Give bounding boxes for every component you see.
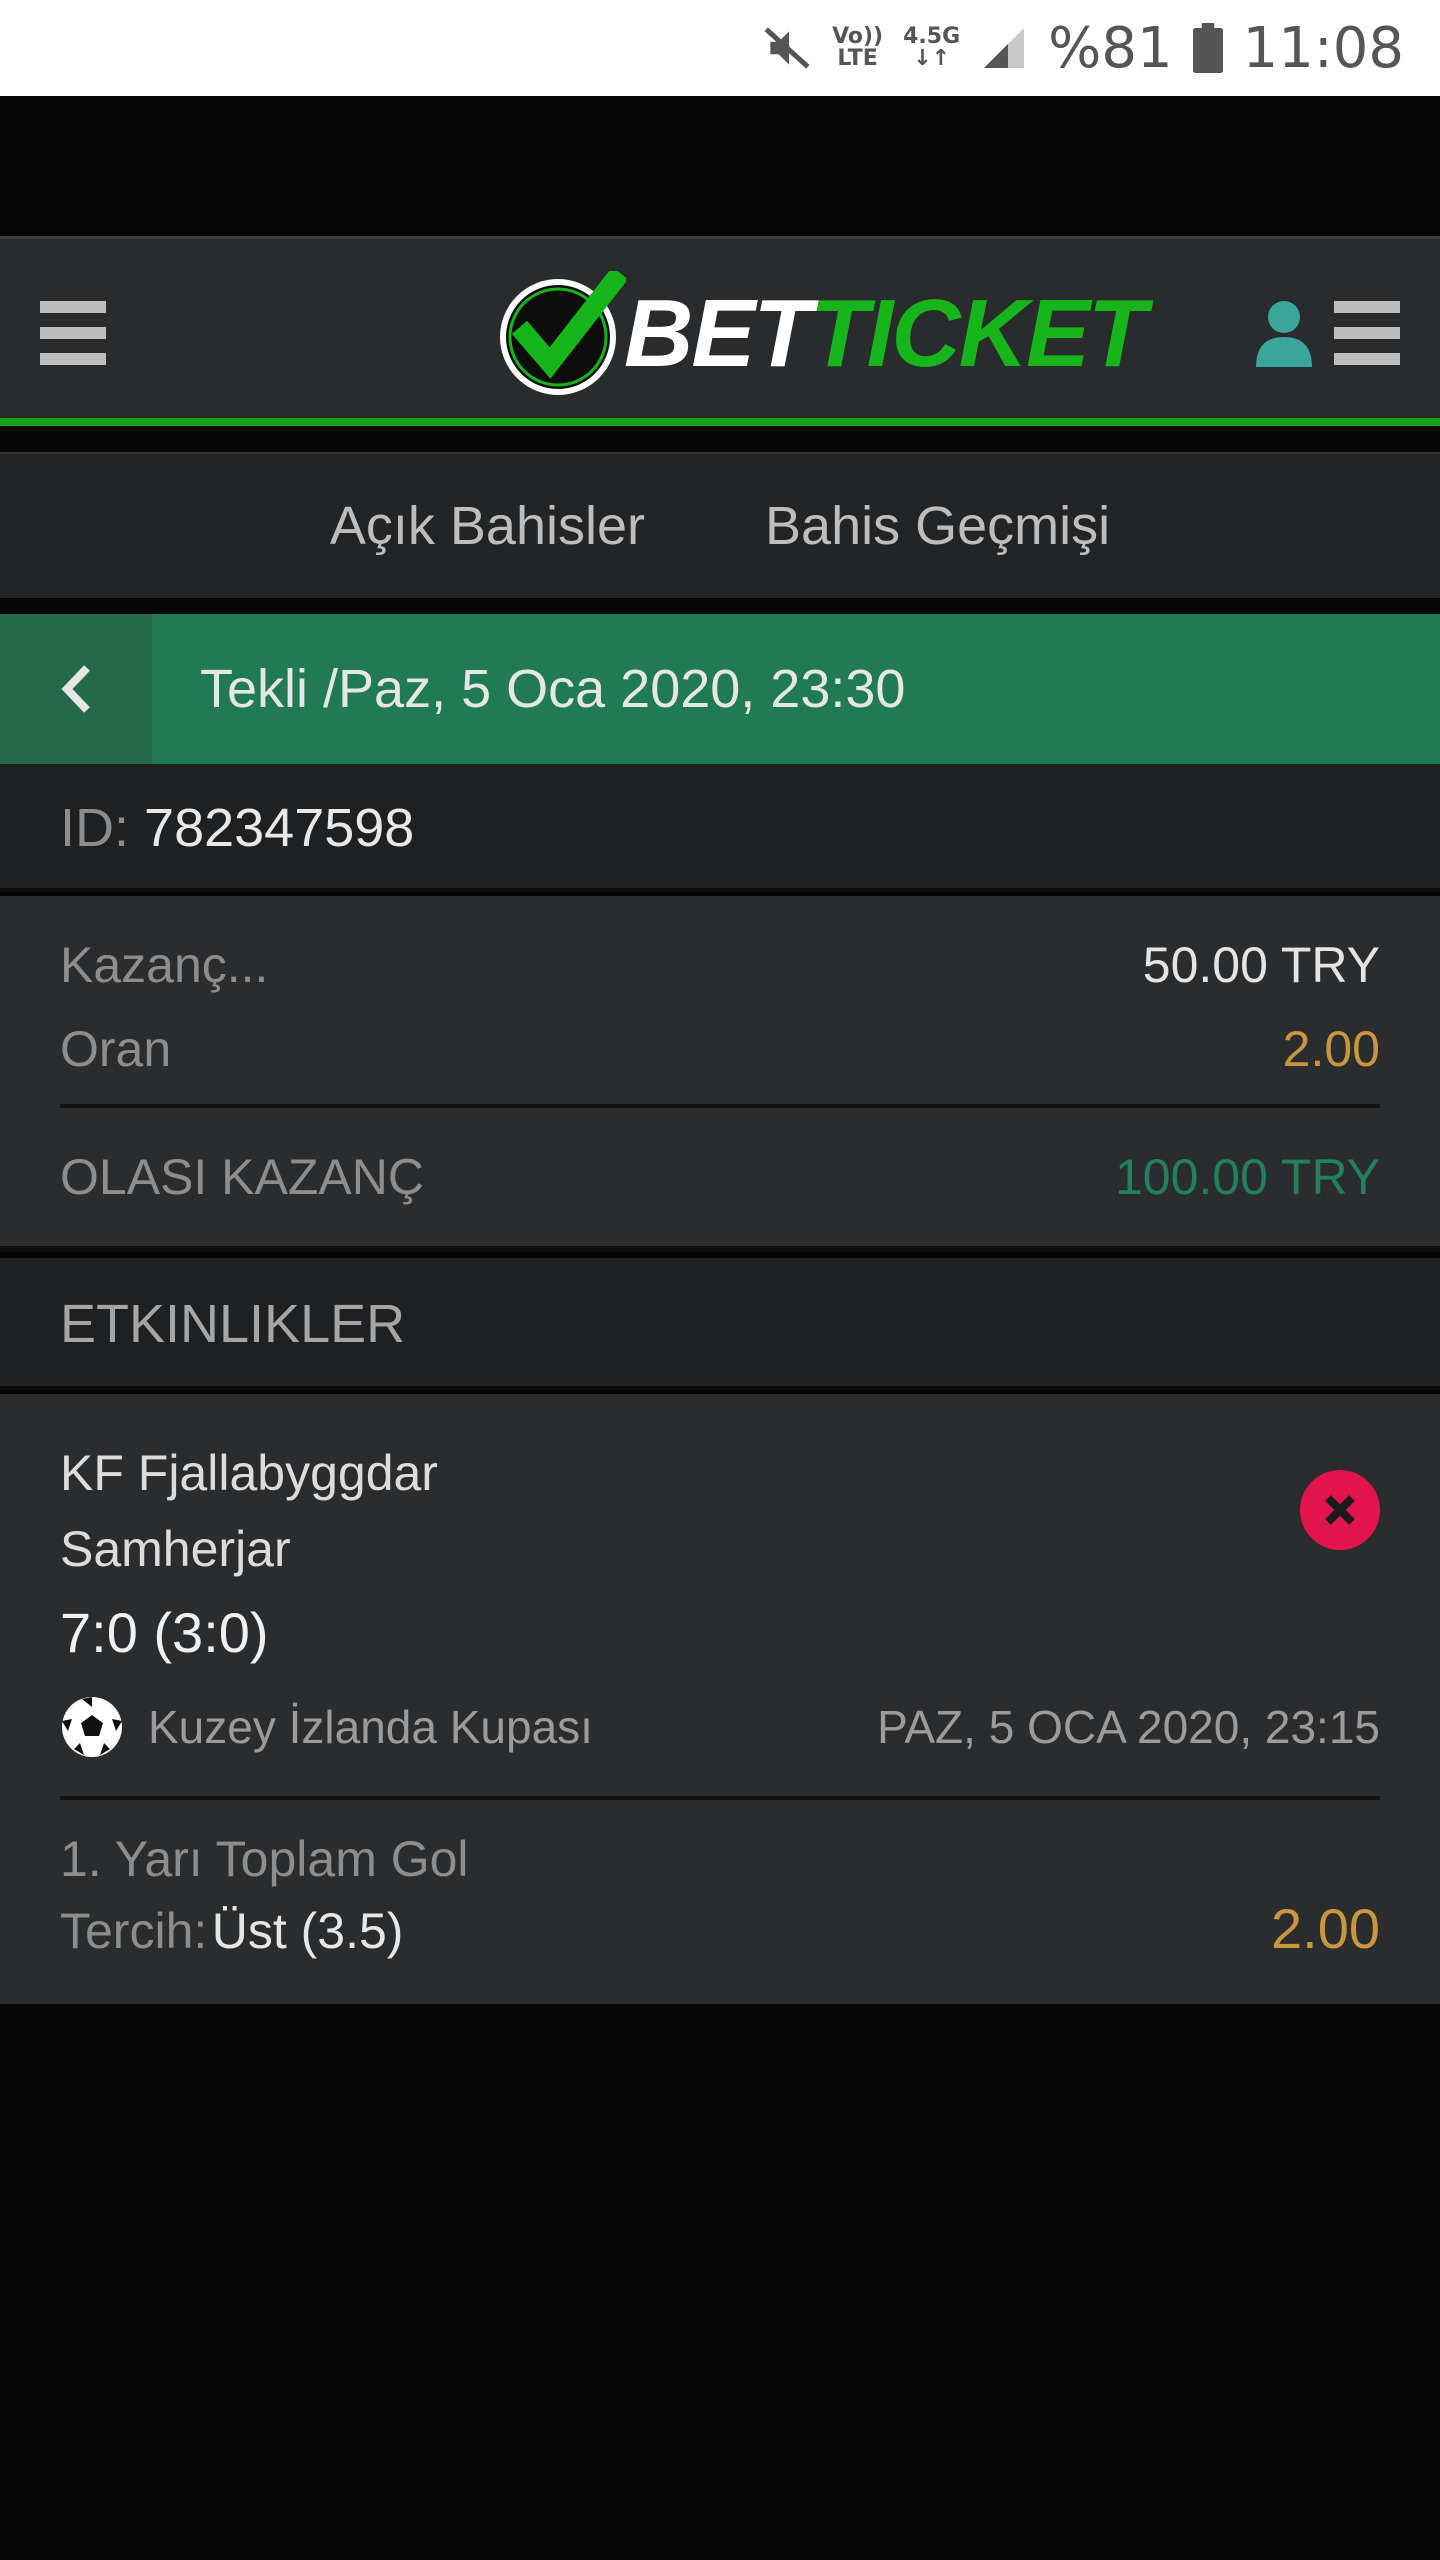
close-icon	[1325, 1495, 1355, 1525]
bet-title: Tekli /Paz, 5 Oca 2020, 23:30	[200, 659, 906, 719]
summary-divider	[60, 1104, 1380, 1108]
event-divider	[60, 1796, 1380, 1800]
selection-label: Tercih:	[60, 1903, 208, 1959]
bet-summary: Kazanç... 50.00 TRY Oran 2.00 OLASI KAZA…	[0, 896, 1440, 1252]
main-menu-icon[interactable]	[40, 301, 106, 365]
event-card: KF Fjallabyggdar Samherjar 7:0 (3:0) Kuz…	[0, 1394, 1440, 2004]
bet-id-label: ID:	[60, 798, 130, 858]
tab-open-bets[interactable]: Açık Bahisler	[330, 495, 645, 557]
logo-wordmark: BETTICKET	[624, 280, 1147, 387]
network-type-indicator: 4.5G ↓↑	[903, 24, 961, 71]
lost-status-icon	[1300, 1470, 1380, 1550]
stake-row: Kazanç... 50.00 TRY	[60, 936, 1380, 994]
secondary-menu-icon[interactable]	[1334, 301, 1400, 365]
bet-id-row: ID: 782347598	[0, 764, 1440, 892]
selection-odds: 2.00	[1271, 1897, 1380, 1960]
battery-percent: %81	[1048, 15, 1173, 81]
match-score: 7:0 (3:0)	[60, 1601, 269, 1664]
tab-bet-history[interactable]: Bahis Geçmişi	[765, 495, 1110, 557]
away-team: Samherjar	[60, 1521, 291, 1577]
events-section-header: ETKINLIKLER	[0, 1258, 1440, 1390]
bet-id-value: 782347598	[144, 798, 415, 858]
market-name: 1. Yarı Toplam Gol	[60, 1831, 469, 1887]
chevron-left-icon	[61, 665, 90, 713]
potential-win-label: OLASI KAZANÇ	[60, 1149, 424, 1205]
stake-value: 50.00 TRY	[1142, 937, 1380, 993]
beticket-logo[interactable]: BETTICKET	[498, 271, 1147, 397]
league-name: Kuzey İzlanda Kupası	[148, 1701, 593, 1753]
header-accent-line	[0, 418, 1440, 426]
selection-row: Tercih: Üst (3.5) 2.00	[60, 1896, 1380, 1961]
top-band	[0, 96, 1440, 236]
clock: 11:08	[1242, 15, 1404, 81]
bets-tab-bar: Açık Bahisler Bahis Geçmişi	[0, 452, 1440, 598]
stake-label: Kazanç...	[60, 937, 269, 993]
volte-indicator: Vo)) LTE	[832, 24, 884, 71]
events-title: ETKINLIKLER	[60, 1294, 406, 1354]
status-bar: Vo)) LTE 4.5G ↓↑ %81 11:08	[0, 0, 1440, 96]
odds-value: 2.00	[1282, 1021, 1380, 1077]
mute-icon	[764, 27, 810, 69]
checkmark-logo-icon	[500, 271, 626, 395]
odds-row: Oran 2.00	[60, 1020, 1380, 1078]
soccer-ball-icon	[62, 1697, 122, 1757]
selection-value: Üst (3.5)	[211, 1903, 404, 1959]
user-account-icon[interactable]	[1256, 299, 1312, 367]
event-date: PAZ, 5 OCA 2020, 23:15	[877, 1701, 1380, 1753]
back-button[interactable]	[0, 614, 152, 764]
bet-detail-header: Tekli /Paz, 5 Oca 2020, 23:30	[0, 614, 1440, 764]
home-team: KF Fjallabyggdar	[60, 1445, 438, 1501]
app-header: BETTICKET	[0, 236, 1440, 426]
battery-icon	[1192, 23, 1223, 73]
potential-win-row: OLASI KAZANÇ 100.00 TRY	[60, 1148, 1380, 1206]
league-row: Kuzey İzlanda Kupası PAZ, 5 OCA 2020, 23…	[60, 1694, 1380, 1760]
signal-icon	[984, 28, 1025, 68]
odds-label: Oran	[60, 1021, 172, 1077]
potential-win-value: 100.00 TRY	[1114, 1149, 1380, 1205]
